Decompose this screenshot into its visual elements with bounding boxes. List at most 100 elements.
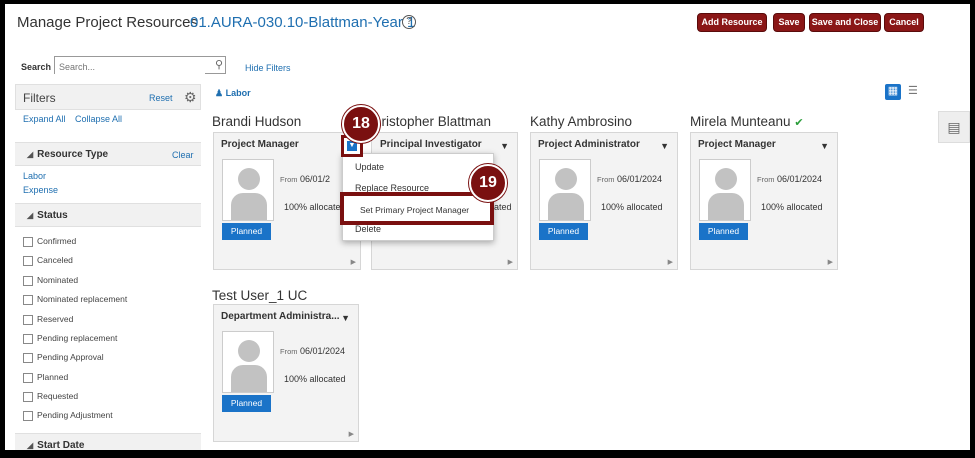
gear-icon[interactable]: ⚙ [184,89,197,106]
chevron-right-icon[interactable]: ▶ [351,258,356,266]
grid-view-icon[interactable]: ▦ [885,84,901,100]
step-callout-18: 18 [342,105,380,143]
collapse-triangle-icon: ◢ [27,211,34,220]
expand-all-link[interactable]: Expand All [23,114,66,124]
status-badge: Planned [222,395,271,412]
reset-link[interactable]: Reset [149,93,173,103]
avatar [699,159,751,221]
start-date: From 06/01/2 [280,174,330,184]
clear-link[interactable]: Clear [172,150,194,160]
avatar [222,159,274,221]
resource-card[interactable]: Department Administra... ▼ From 06/01/20… [213,304,359,442]
from-label: From [757,175,775,184]
project-name-link[interactable]: 01.AURA-030.10-Blattman-Year 1 [190,14,415,31]
app-window: Manage Project Resources 01.AURA-030.10-… [5,4,970,450]
caret-down-icon[interactable]: ▼ [500,141,509,151]
resource-card[interactable]: Project Manager ▼ From 06/01/2024 100% a… [690,132,838,270]
checkbox[interactable] [23,294,33,305]
status-option[interactable]: Pending Adjustment [23,410,113,424]
magnifier-icon[interactable]: ⚲ [215,58,223,71]
checkbox[interactable] [23,391,33,402]
status-option[interactable]: Pending replacement [23,333,117,347]
from-label: From [280,347,298,356]
checkbox[interactable] [23,255,33,266]
status-option[interactable]: Pending Approval [23,352,104,366]
page-title: Manage Project Resources [17,14,198,31]
status-option[interactable]: Planned [23,372,68,386]
search-input[interactable] [55,59,205,75]
resource-role: Project Manager [698,139,776,150]
avatar [222,331,274,393]
start-date: From 06/01/2024 [280,346,345,356]
resource-card[interactable]: Project Manager From 06/01/2 100% alloca… [213,132,361,270]
resource-type-title: ◢ Resource Type [27,149,108,160]
avatar-head [238,168,260,190]
start-date: From 06/01/2024 [757,174,822,184]
checkbox[interactable] [23,314,33,325]
help-icon[interactable]: ? [402,15,416,29]
filters-title: Filters [23,91,56,105]
collapse-triangle-icon: ◢ [27,150,34,159]
resource-type-section-header[interactable]: ◢ Resource Type Clear [15,142,201,166]
status-option[interactable]: Canceled [23,255,73,269]
checkbox[interactable] [23,372,33,383]
status-option-label: Pending Adjustment [37,410,113,420]
checkbox[interactable] [23,236,33,247]
resource-type-label: Resource Type [37,149,109,160]
checkbox[interactable] [23,352,33,363]
allocation: 100% allocated [284,202,346,212]
status-section-header[interactable]: ◢ Status [15,203,201,227]
save-and-close-button[interactable]: Save and Close [809,13,881,32]
resource-card[interactable]: Project Administrator ▼ From 06/01/2024 … [530,132,678,270]
resource-role: Department Administra... [221,311,340,322]
status-badge: Planned [539,223,588,240]
allocation: 100% allocated [284,374,346,384]
avatar-head [555,168,577,190]
cancel-button[interactable]: Cancel [884,13,924,32]
status-option[interactable]: Requested [23,391,78,405]
resource-type-labor[interactable]: Labor [23,171,46,181]
people-icon: ♟ [215,88,224,98]
collapse-all-link[interactable]: Collapse All [75,114,122,124]
status-option-label: Canceled [37,255,73,265]
start-date-section-header[interactable]: ◢ Start Date [15,433,201,450]
checkbox[interactable] [23,333,33,344]
checkbox[interactable] [23,410,33,421]
status-option[interactable]: Nominated [23,275,78,289]
status-option[interactable]: Confirmed [23,236,76,250]
hide-filters-link[interactable]: Hide Filters [245,63,291,73]
caret-down-icon[interactable]: ▼ [660,141,669,151]
status-option-label: Reserved [37,314,74,324]
caret-down-icon[interactable]: ▼ [341,313,350,323]
status-badge: Planned [222,223,271,240]
status-option-label: Nominated [37,275,79,285]
status-badge: Planned [699,223,748,240]
status-option-label: Pending Approval [37,352,104,362]
resource-type-expense[interactable]: Expense [23,185,58,195]
avatar-body [231,193,267,220]
avatar [539,159,591,221]
chevron-right-icon[interactable]: ▶ [668,258,673,266]
caret-down-icon[interactable]: ▼ [820,141,829,151]
menu-item-delete[interactable]: Delete [343,224,493,234]
save-button[interactable]: Save [773,13,805,32]
checkbox[interactable] [23,275,33,286]
add-resource-button[interactable]: Add Resource [697,13,767,32]
status-option[interactable]: Reserved [23,314,73,328]
caret-down-icon: ▼ [347,141,357,151]
date-value: 06/01/2024 [777,174,823,184]
chevron-right-icon[interactable]: ▶ [508,258,513,266]
document-panel-icon[interactable]: ▤ [938,111,970,143]
date-value: 06/01/2024 [300,346,346,356]
status-option-label: Confirmed [37,236,77,246]
resource-name: Mirela Munteanu ✔ [690,114,804,129]
menu-item-update[interactable]: Update [343,162,493,172]
chevron-right-icon[interactable]: ▶ [828,258,833,266]
step-callout-19: 19 [469,164,507,202]
start-date-title: ◢ Start Date [27,440,84,450]
status-option[interactable]: Nominated replacement [23,294,127,308]
resource-role: Project Administrator [538,139,640,150]
set-primary-project-manager-option[interactable]: Set Primary Project Manager [360,205,469,215]
list-view-icon[interactable]: ☰ [908,84,918,97]
chevron-right-icon[interactable]: ▶ [349,430,354,438]
